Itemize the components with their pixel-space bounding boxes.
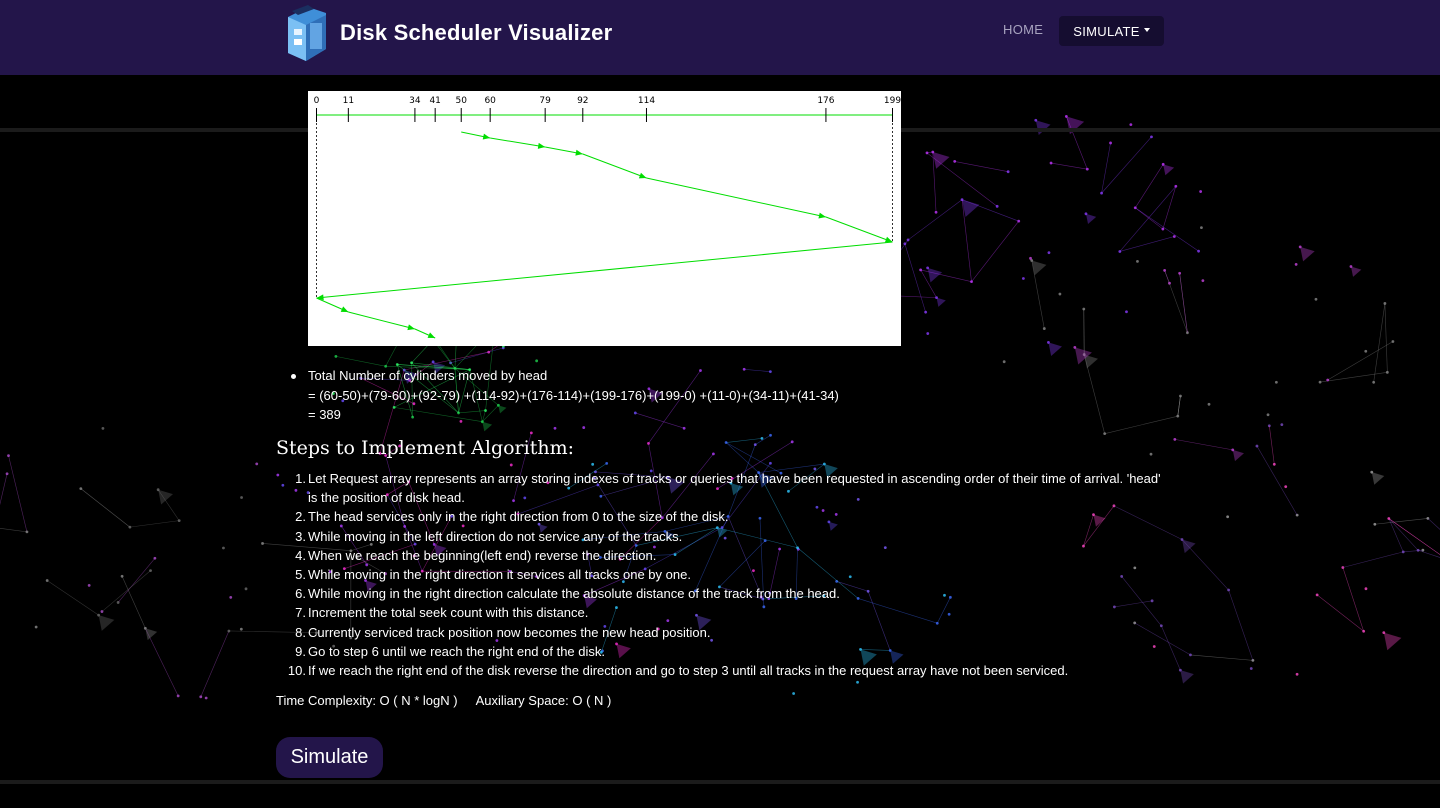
tick-label: 79 xyxy=(539,96,551,106)
head-path-arrow xyxy=(638,172,647,179)
step-item: 8. Currently serviced track position now … xyxy=(295,624,711,640)
tick-label: 34 xyxy=(409,96,421,106)
bullet-icon xyxy=(291,374,296,379)
complexity: Time Complexity: O ( N * logN ) Auxiliary… xyxy=(276,693,611,708)
step-item: 3. While moving in the left direction do … xyxy=(295,528,683,544)
step-item: 6. While moving in the right direction ca… xyxy=(295,586,840,602)
step-item: 10. If we reach the right end of the disk… xyxy=(287,663,1069,679)
tick-label: 199 xyxy=(884,96,901,106)
brand[interactable]: Disk Scheduler Visualizer xyxy=(282,3,612,63)
head-path-arrow xyxy=(575,149,583,156)
steps-list: 1. Let Request array represents an array … xyxy=(276,469,1176,680)
tick-label: 41 xyxy=(429,96,440,106)
total-label: Total Number of cylinders moved by head xyxy=(308,368,548,383)
step-item: 1. Let Request array represents an array … xyxy=(295,471,1161,506)
head-path-segment xyxy=(316,241,893,299)
scan-chart: 0 11 34 41 50 60 79 92 114 176 199 xyxy=(308,91,901,346)
step-item: 5. While moving in the right direction it… xyxy=(295,567,691,583)
tick-label: 176 xyxy=(817,96,834,106)
time-complexity: Time Complexity: O ( N * logN ) xyxy=(276,693,458,708)
tick-label: 50 xyxy=(455,96,467,106)
steps-title: Steps to Implement Algorithm: xyxy=(276,437,574,459)
step-item: 4. When we reach the beginning(left end) … xyxy=(295,547,657,563)
step-item: 7. Increment the total seek count with th… xyxy=(295,605,589,621)
step-item: 2. The head services only in the right di… xyxy=(295,509,729,525)
tick-label: 92 xyxy=(577,96,588,106)
disk-logo-icon xyxy=(282,3,330,63)
head-path-arrow xyxy=(884,236,893,243)
head-path-segment xyxy=(490,137,546,148)
total-formula: = (60-50)+(79-60)+(92-79) +(114-92)+(176… xyxy=(308,387,839,403)
head-path-segment xyxy=(348,311,416,330)
brand-title: Disk Scheduler Visualizer xyxy=(340,20,613,45)
head-path-arrow xyxy=(818,212,826,219)
nav-home-link[interactable]: HOME xyxy=(1003,22,1043,37)
space-complexity: Auxiliary Space: O ( N ) xyxy=(475,693,612,708)
head-path-arrow xyxy=(537,142,546,149)
step-item: 9. Go to step 6 until we reach the right … xyxy=(295,643,606,659)
tick-label: 114 xyxy=(638,96,655,106)
scan-chart-svg: 0 11 34 41 50 60 79 92 114 176 199 xyxy=(314,96,901,339)
tick-label: 60 xyxy=(484,96,496,106)
tick-label: 11 xyxy=(343,96,354,106)
total-result: = 389 xyxy=(308,407,341,422)
nav-simulate-label: SIMULATE xyxy=(1073,23,1140,39)
tick-label: 0 xyxy=(314,96,320,106)
nav-simulate-dropdown[interactable]: SIMULATE xyxy=(1059,16,1164,46)
total-cylinders: Total Number of cylinders moved by head … xyxy=(291,366,1008,425)
simulate-button[interactable]: Simulate xyxy=(276,737,383,778)
navbar: Disk Scheduler Visualizer HOME SIMULATE xyxy=(0,0,1440,75)
head-path-segment xyxy=(646,177,827,218)
head-path-arrow xyxy=(482,133,491,140)
caret-down-icon xyxy=(1143,28,1150,32)
head-path-segment xyxy=(582,153,647,179)
head-path-segment xyxy=(825,216,893,243)
head-path-arrow xyxy=(407,324,415,331)
divider-bottom xyxy=(0,780,1440,784)
